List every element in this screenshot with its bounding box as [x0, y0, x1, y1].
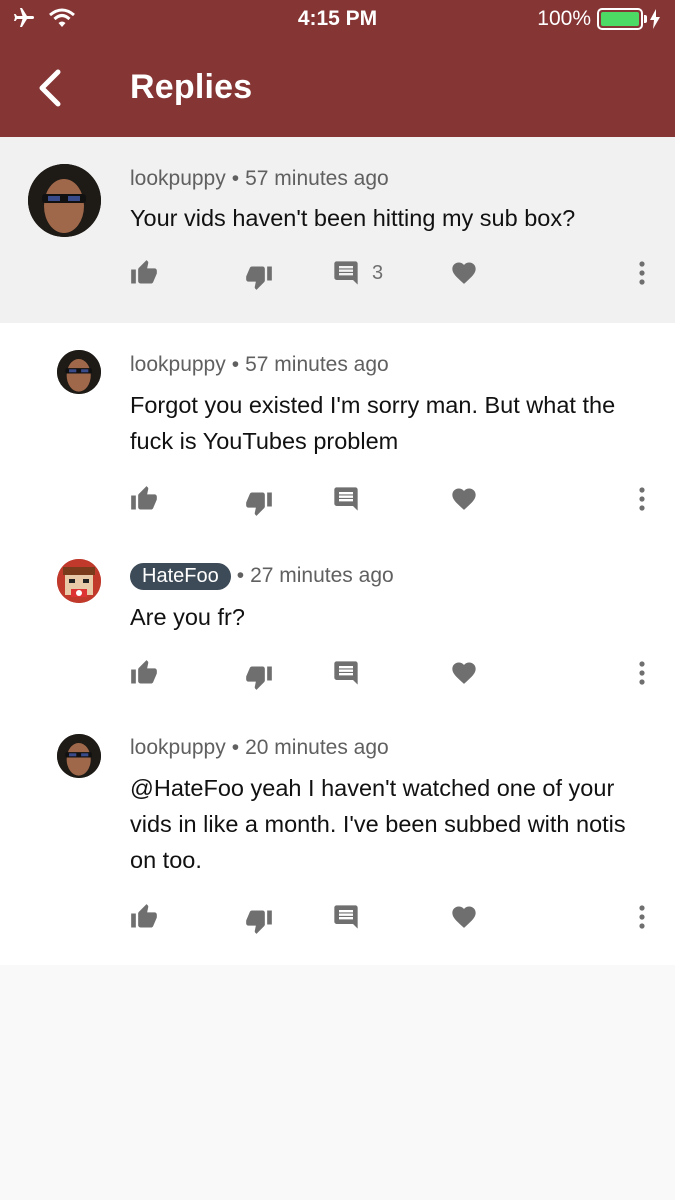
page-title: Replies — [130, 68, 253, 106]
more-button[interactable] — [630, 659, 654, 687]
reply-button[interactable] — [332, 659, 360, 687]
comment-text: @HateFoo yeah I haven't watched one of y… — [130, 775, 626, 873]
comment-time: 57 minutes ago — [245, 353, 389, 376]
parent-comment: lookpuppy • 57 minutes ago Your vids haven… — [0, 137, 675, 323]
more-button[interactable] — [630, 485, 654, 513]
more-vert-icon — [639, 487, 645, 511]
comment-icon — [334, 661, 358, 685]
reply-button[interactable] — [332, 903, 360, 931]
thumbs-down-icon — [246, 910, 272, 934]
comment-meta: lookpuppy • 20 minutes ago — [130, 736, 389, 760]
heart-icon — [452, 906, 476, 928]
thumbs-up-icon — [131, 260, 157, 284]
like-button[interactable] — [130, 659, 158, 687]
heart-button[interactable] — [450, 259, 478, 287]
comment-meta: lookpuppy • 57 minutes ago — [130, 353, 389, 377]
more-vert-icon — [639, 905, 645, 929]
comment-actions — [0, 659, 675, 699]
thumbs-down-icon — [246, 666, 272, 690]
dislike-button[interactable] — [245, 663, 273, 691]
comment-time: 20 minutes ago — [245, 736, 389, 759]
meta-separator: • — [231, 736, 240, 759]
heart-icon — [452, 262, 476, 284]
comment-meta: HateFoo • 27 minutes ago — [130, 563, 394, 590]
comment-icon — [334, 261, 358, 285]
heart-icon — [452, 488, 476, 510]
avatar-image — [28, 164, 101, 237]
battery-percent: 100% — [537, 7, 591, 30]
comment-time: 57 minutes ago — [245, 167, 389, 190]
comment-author[interactable]: lookpuppy — [130, 736, 226, 759]
avatar[interactable] — [57, 734, 101, 778]
thumbs-up-icon — [131, 486, 157, 510]
heart-icon — [452, 662, 476, 684]
like-button[interactable] — [130, 903, 158, 931]
dislike-button[interactable] — [245, 489, 273, 517]
meta-separator: • — [231, 167, 240, 190]
comment-icon — [334, 487, 358, 511]
heart-button[interactable] — [450, 485, 478, 513]
dislike-button[interactable] — [245, 263, 273, 291]
heart-button[interactable] — [450, 659, 478, 687]
meta-separator: • — [236, 564, 245, 587]
comment-author[interactable]: lookpuppy — [130, 353, 226, 376]
more-button[interactable] — [630, 903, 654, 931]
comment-actions — [0, 903, 675, 943]
like-button[interactable] — [130, 485, 158, 513]
like-button[interactable] — [130, 259, 158, 287]
chevron-left-icon — [39, 69, 61, 107]
dislike-button[interactable] — [245, 907, 273, 935]
thumbs-up-icon — [131, 660, 157, 684]
more-button[interactable] — [630, 259, 654, 287]
comment-actions — [0, 485, 675, 525]
thumbs-down-icon — [246, 266, 272, 290]
comment-text: Forgot you existed I'm sorry man. But wh… — [130, 392, 616, 454]
replies-list: lookpuppy • 57 minutes ago Forgot you exis… — [0, 323, 675, 965]
thumbs-up-icon — [131, 904, 157, 928]
reply-button[interactable] — [332, 485, 360, 513]
comment-meta: lookpuppy • 57 minutes ago — [130, 167, 389, 191]
status-right: 100% — [537, 7, 661, 31]
creator-badge-author[interactable]: HateFoo — [130, 563, 231, 590]
comment-time: 27 minutes ago — [250, 564, 394, 587]
reply-button[interactable]: 3 — [332, 259, 383, 287]
avatar[interactable] — [28, 164, 101, 237]
comment-author[interactable]: lookpuppy — [130, 167, 226, 190]
status-bar: 4:15 PM 100% — [0, 0, 675, 38]
nav-bar: Replies — [0, 58, 675, 118]
comment-actions: 3 — [0, 259, 675, 299]
thumbs-down-icon — [246, 492, 272, 516]
avatar[interactable] — [57, 350, 101, 394]
charging-bolt-icon — [650, 9, 660, 29]
back-button[interactable] — [30, 66, 74, 110]
avatar-image — [57, 734, 101, 778]
avatar-image — [57, 559, 101, 603]
avatar-image — [57, 350, 101, 394]
comment-icon — [334, 905, 358, 929]
battery-icon — [597, 8, 647, 30]
meta-separator: • — [231, 353, 240, 376]
app-header: 4:15 PM 100% Replies — [0, 0, 675, 137]
more-vert-icon — [639, 261, 645, 285]
more-vert-icon — [639, 661, 645, 685]
comment-text: Your vids haven't been hitting my sub bo… — [130, 205, 576, 231]
heart-button[interactable] — [450, 903, 478, 931]
reply-count: 3 — [372, 261, 384, 284]
avatar[interactable] — [57, 559, 101, 603]
comment-text: Are you fr? — [130, 604, 245, 630]
